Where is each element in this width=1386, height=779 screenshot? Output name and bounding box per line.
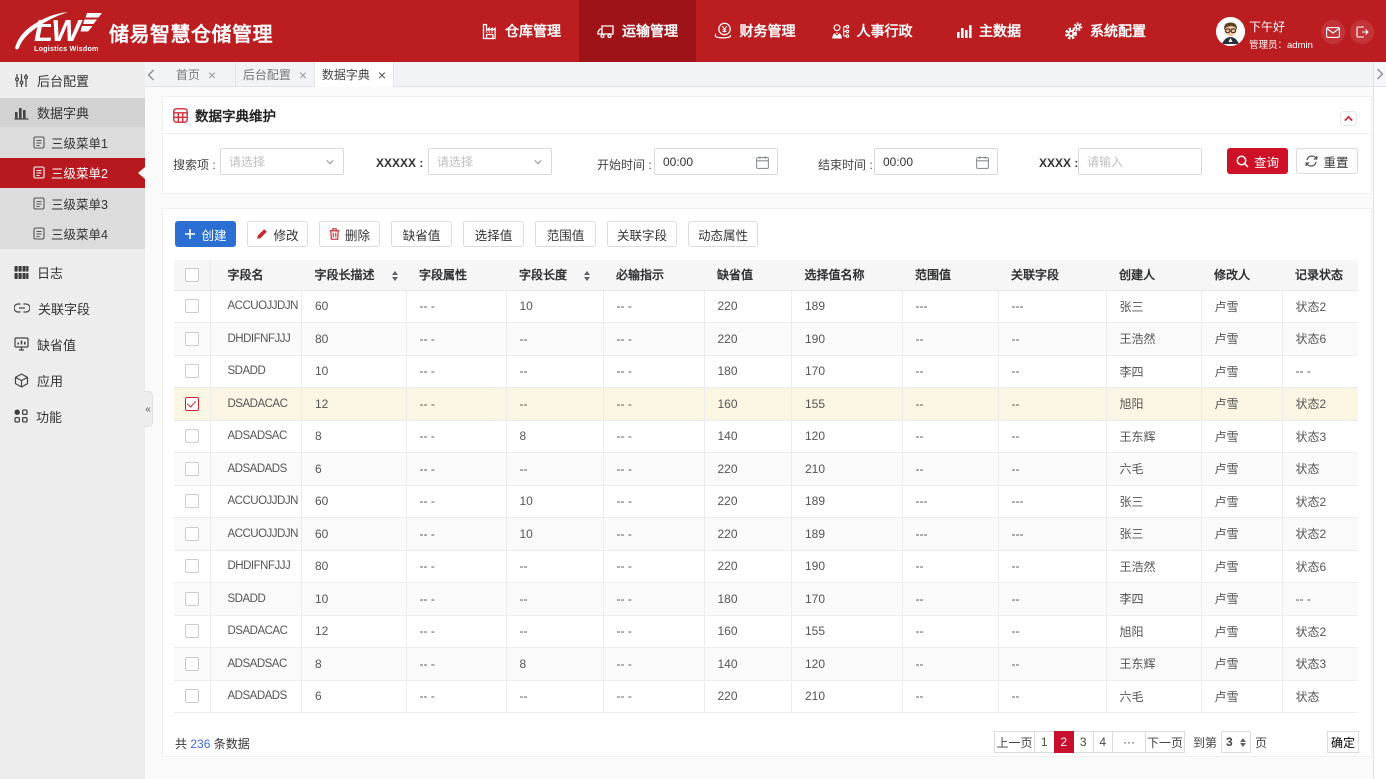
svg-text:Logistics Wisdom: Logistics Wisdom — [34, 44, 99, 53]
svg-text:LW: LW — [34, 13, 83, 48]
